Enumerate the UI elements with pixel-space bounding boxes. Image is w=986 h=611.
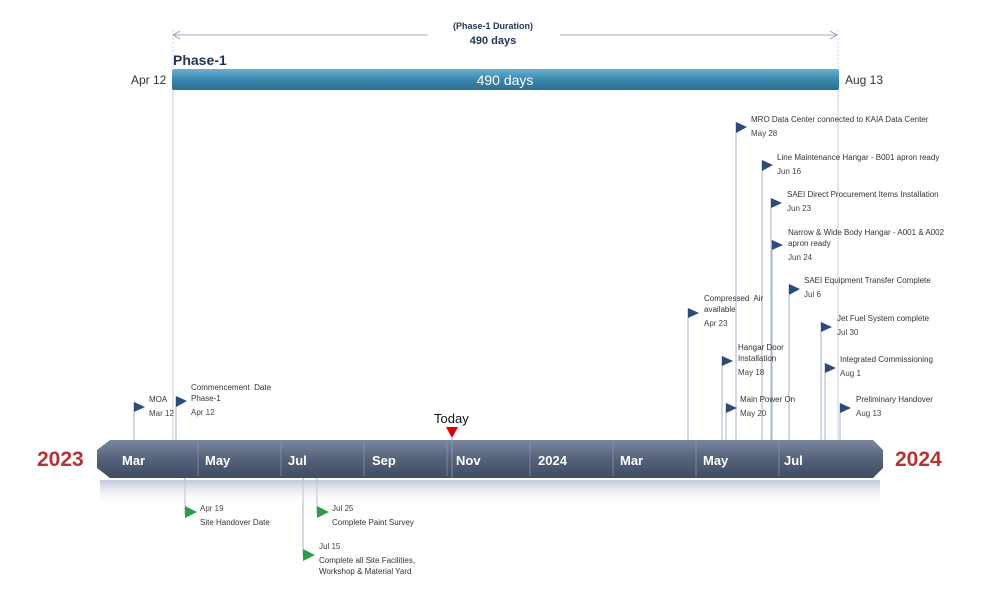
milestone: Jul 25 Complete Paint Survey: [332, 503, 414, 528]
milestone-date: Jul 25: [332, 504, 354, 513]
milestone: Preliminary Handover Aug 13: [856, 394, 933, 419]
phase-start: Apr 12: [131, 73, 167, 87]
milestone: Apr 19 Site Handover Date: [200, 503, 270, 528]
milestone-title: Main Power On: [740, 395, 796, 404]
milestone-date: Jun 23: [787, 204, 812, 213]
today-label: Today: [434, 411, 469, 426]
milestone: Narrow & Wide Body Hangar - A001 & A002 …: [788, 227, 944, 263]
milestone-title: Jet Fuel System complete: [837, 314, 930, 323]
milestone-title: Site Handover Date: [200, 518, 270, 527]
milestone: Integrated Commissioning Aug 1: [840, 354, 933, 379]
milestone-date: Apr 12: [191, 408, 215, 417]
milestone: Hangar Door Installation May 18: [738, 342, 784, 378]
milestone: Main Power On May 20: [740, 394, 795, 419]
milestone-title: Preliminary Handover: [856, 395, 933, 404]
milestone-date: Jul 6: [804, 290, 821, 299]
connector-lines: [97, 30, 883, 561]
milestone-title: Complete all Site Facilities, Workshop &…: [319, 556, 416, 576]
month-label: 2024: [538, 453, 567, 468]
year-left: 2023: [37, 448, 84, 471]
year-right: 2024: [895, 448, 942, 471]
milestone-date: Jul 30: [837, 328, 859, 337]
duration-value: 490 days: [469, 35, 517, 47]
month-label: Mar: [620, 453, 644, 468]
milestone-date: Apr 19: [200, 504, 224, 513]
milestone-title: Commencement Date Phase-1: [191, 383, 272, 403]
milestone-date: Aug 1: [840, 369, 861, 378]
milestone-date: Jun 16: [777, 167, 802, 176]
milestone-title: Integrated Commissioning: [840, 355, 933, 364]
milestone: Compressed Air available Apr 23: [704, 293, 763, 329]
milestone-title: SAEI Direct Procurement Items Installati…: [787, 190, 939, 199]
milestone-title: MRO Data Center connected to KAIA Data C…: [751, 115, 929, 124]
month-label: Sep: [372, 453, 396, 468]
milestone: MRO Data Center connected to KAIA Data C…: [751, 114, 928, 139]
milestone-title: Hangar Door Installation: [738, 343, 784, 363]
milestone-title: Narrow & Wide Body Hangar - A001 & A002 …: [788, 228, 945, 248]
today-marker: [446, 427, 458, 438]
milestone: MOA Mar 12: [149, 394, 174, 419]
month-label: Jul: [288, 453, 307, 468]
milestone: Jet Fuel System complete Jul 30: [837, 313, 929, 338]
milestone-title: MOA: [149, 395, 168, 404]
milestone-date: Jul 15: [319, 542, 341, 551]
month-label: Nov: [456, 453, 481, 468]
milestone-title: Compressed Air available: [704, 294, 764, 314]
milestone-title: Complete Paint Survey: [332, 518, 414, 527]
month-label: May: [703, 453, 729, 468]
milestone: Commencement Date Phase-1 Apr 12: [191, 382, 271, 418]
duration-caption: (Phase-1 Duration): [452, 21, 533, 31]
month-label: Mar: [122, 453, 146, 468]
phase-end: Aug 13: [845, 73, 884, 87]
milestone: Jul 15 Complete all Site Facilities, Wor…: [319, 541, 415, 577]
milestone-date: Jun 24: [788, 253, 813, 262]
phase-bar-label: 490 days: [476, 72, 534, 88]
month-label: May: [205, 453, 231, 468]
milestone-title: Line Maintenance Hangar - B001 apron rea…: [777, 153, 940, 162]
timeline-diagram: (Phase-1 Duration) 490 days Phase-1 490 …: [0, 0, 986, 611]
milestone-title: SAEI Equipment Transfer Complete: [804, 276, 931, 285]
milestone: Line Maintenance Hangar - B001 apron rea…: [777, 152, 939, 177]
milestone-date: May 28: [751, 129, 778, 138]
milestone-date: May 18: [738, 368, 765, 377]
phase-name: Phase-1: [173, 52, 227, 68]
month-label: Jul: [784, 453, 803, 468]
milestone-date: Aug 13: [856, 409, 882, 418]
milestone: SAEI Direct Procurement Items Installati…: [787, 189, 939, 214]
milestone-date: Apr 23: [704, 319, 728, 328]
milestone-date: May 20: [740, 409, 767, 418]
milestone-date: Mar 12: [149, 409, 174, 418]
milestone: SAEI Equipment Transfer Complete Jul 6: [804, 275, 931, 300]
